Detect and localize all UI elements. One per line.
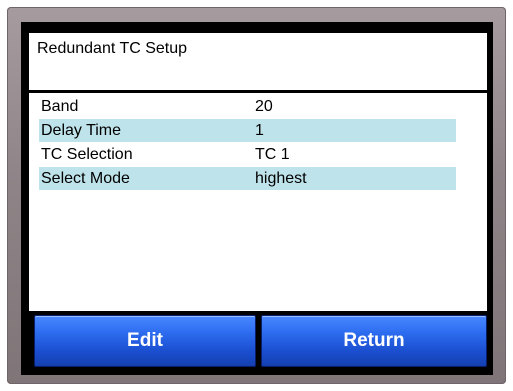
setting-label: TC Selection (41, 146, 133, 163)
page-title: Redundant TC Setup (37, 40, 188, 57)
setting-value: highest (255, 170, 307, 187)
screen-title-bar: Redundant TC Setup (29, 33, 487, 90)
edit-button[interactable]: Edit (34, 315, 256, 367)
setting-label: Select Mode (41, 170, 130, 187)
return-button[interactable]: Return (261, 315, 487, 367)
setting-row-select-mode[interactable]: Select Mode highest (39, 167, 456, 190)
setting-row-delay-time[interactable]: Delay Time 1 (39, 119, 456, 142)
setting-value: 20 (255, 98, 273, 115)
settings-list: Band 20 Delay Time 1 TC Selection TC 1 S… (29, 93, 487, 311)
setting-value: TC 1 (255, 146, 290, 163)
setting-row-tc-selection[interactable]: TC Selection TC 1 (39, 143, 456, 166)
setting-value: 1 (255, 122, 264, 139)
setting-label: Band (41, 98, 79, 115)
setting-row-band[interactable]: Band 20 (39, 95, 456, 118)
setting-label: Delay Time (41, 122, 122, 139)
